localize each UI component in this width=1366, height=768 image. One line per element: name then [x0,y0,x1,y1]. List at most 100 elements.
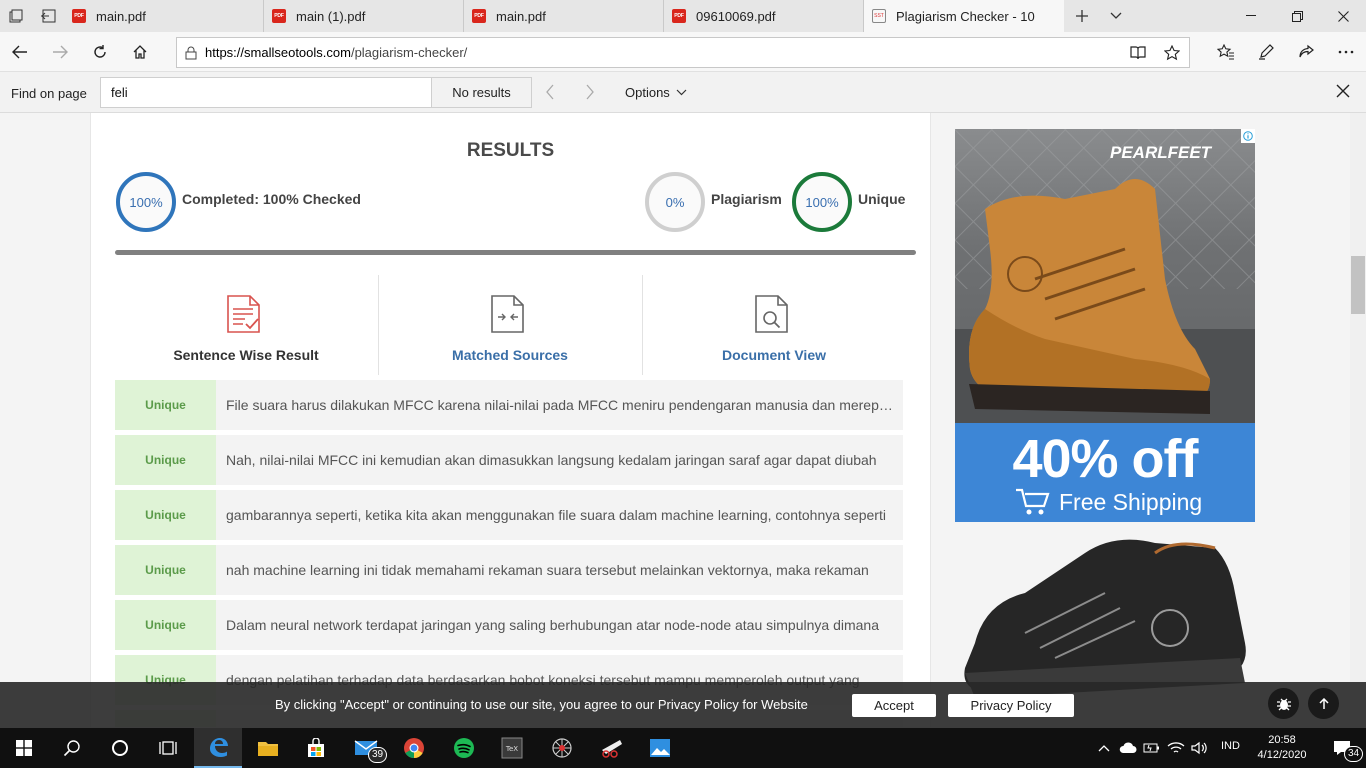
find-input[interactable]: feli [100,77,432,108]
sentence-text: Nah, nilai-nilai MFCC ini kemudian akan … [226,452,877,468]
unique-ring: 100% [792,172,852,232]
boot-photo[interactable] [955,533,1255,703]
plagiarism-ring: 0% [645,172,705,232]
tab-title: main.pdf [496,8,546,24]
edge-browser-icon[interactable] [194,728,242,768]
favorites-icon[interactable] [1206,32,1246,72]
web-page: RESULTS 100% Completed: 100% Checked 0% … [0,113,1366,727]
sentence-text: File suara harus dilakukan MFCC karena n… [226,397,897,413]
favorite-star-icon[interactable] [1155,44,1189,61]
minimize-icon[interactable] [1228,0,1274,32]
onedrive-cloud-icon[interactable] [1116,728,1140,768]
restore-icon[interactable] [1274,0,1320,32]
unique-label: Unique [858,191,906,207]
completed-label: Completed: 100% Checked [182,191,361,207]
language-indicator[interactable]: IND [1221,740,1240,752]
advertisement[interactable]: PEARLFEET 40% off Free Shipping [955,129,1255,522]
reading-view-icon[interactable] [1121,45,1155,60]
set-tabs-aside-icon[interactable] [32,0,64,32]
store-icon[interactable] [292,728,340,768]
browser-tab[interactable]: PDF main.pdf [464,0,664,32]
result-row[interactable]: Unique gambarannya seperti, ketika kita … [115,490,903,540]
clock[interactable]: 20:58 4/12/2020 [1254,733,1310,763]
tab-preview-chevron-down-icon[interactable] [1100,0,1132,32]
photos-icon[interactable] [636,728,684,768]
volume-icon[interactable] [1188,728,1212,768]
completed-ring: 100% [116,172,176,232]
url-field[interactable]: https://smallseotools.com/plagiarism-che… [176,37,1190,68]
result-row[interactable]: Unique nah machine learning ini tidak me… [115,545,903,595]
tab-title: Plagiarism Checker - 10 [896,8,1035,24]
tab-title: main (1).pdf [296,8,366,24]
ad-info-icon[interactable] [1241,129,1255,143]
sentence-text: nah machine learning ini tidak memahami … [226,562,869,578]
wifi-icon[interactable] [1164,728,1188,768]
windows-start-icon[interactable] [0,728,48,768]
share-icon[interactable] [1286,32,1326,72]
refresh-icon[interactable] [80,32,120,72]
new-tab-icon[interactable] [1064,0,1100,32]
battery-plug-icon[interactable] [1140,728,1164,768]
result-row[interactable]: Unique Dalam neural network terdapat jar… [115,600,903,650]
texmaker-icon[interactable]: TeX [488,728,536,768]
file-explorer-icon[interactable] [244,728,292,768]
find-status: No results [432,77,532,108]
unique-badge: Unique [115,490,216,540]
task-view-icon[interactable] [144,728,192,768]
find-previous-chevron-icon[interactable] [545,84,555,100]
accept-button[interactable]: Accept [852,694,936,717]
tab-matched-sources[interactable]: Matched Sources [379,275,641,375]
sst-icon: SST [872,9,886,23]
close-window-icon[interactable] [1320,0,1366,32]
windows-taskbar: 39 TeX IND 20:58 4/12/2020 34 [0,728,1366,768]
forward-arrow-icon[interactable] [40,32,80,72]
unique-badge: Unique [115,435,216,485]
privacy-policy-button[interactable]: Privacy Policy [948,694,1074,717]
chrome-icon[interactable] [390,728,438,768]
browser-tab[interactable]: PDF 09610069.pdf [664,0,864,32]
browser-tab[interactable]: PDF main.pdf [64,0,264,32]
pdf-icon: PDF [472,9,486,23]
plagiarism-label: Plagiarism [711,191,782,207]
find-label: Find on page [11,86,87,101]
ad-brand-logo: PEARLFEET [1110,143,1212,162]
scroll-top-arrow-icon[interactable] [1308,688,1339,719]
spider-app-icon[interactable] [538,728,586,768]
mail-badge: 39 [368,747,388,763]
back-arrow-icon[interactable] [0,32,40,72]
tab-label: Document View [722,347,826,363]
browser-tab[interactable]: PDF main (1).pdf [264,0,464,32]
pdf-icon: PDF [672,9,686,23]
result-row[interactable]: Unique Nah, nilai-nilai MFCC ini kemudia… [115,435,903,485]
browser-tab-active[interactable]: SST Plagiarism Checker - 10 [864,0,1064,32]
cortana-icon[interactable] [96,728,144,768]
unique-badge: Unique [115,380,216,430]
bug-report-icon[interactable] [1268,688,1299,719]
mail-icon[interactable]: 39 [342,728,390,768]
tab-actions-icon[interactable] [0,0,32,32]
search-icon[interactable] [48,728,96,768]
snipping-tool-icon[interactable] [588,728,636,768]
tab-sentence-wise-result[interactable]: Sentence Wise Result [115,275,377,375]
lock-icon[interactable] [177,46,205,60]
results-panel: RESULTS 100% Completed: 100% Checked 0% … [90,113,931,727]
results-title: RESULTS [466,140,555,161]
tab-label: Matched Sources [452,347,568,363]
more-menu-icon[interactable] [1326,32,1366,72]
find-options-button[interactable]: Options [625,85,687,100]
ad-banner[interactable]: 40% off Free Shipping [955,423,1255,522]
page-scrollbar[interactable] [1350,113,1366,727]
close-find-icon[interactable] [1336,84,1350,98]
tab-document-view[interactable]: Document View [643,275,905,375]
notifications-icon[interactable]: 34 [1318,728,1366,768]
notes-pen-icon[interactable] [1246,32,1286,72]
home-icon[interactable] [120,32,160,72]
find-bar: Find on page feli No results Options [0,72,1366,113]
result-row[interactable]: Unique File suara harus dilakukan MFCC k… [115,380,903,430]
scrollbar-thumb[interactable] [1351,256,1365,314]
spotify-icon[interactable] [440,728,488,768]
find-next-chevron-icon[interactable] [585,84,595,100]
pdf-icon: PDF [72,9,86,23]
address-bar: https://smallseotools.com/plagiarism-che… [0,32,1366,72]
tray-chevron-up-icon[interactable] [1092,728,1116,768]
